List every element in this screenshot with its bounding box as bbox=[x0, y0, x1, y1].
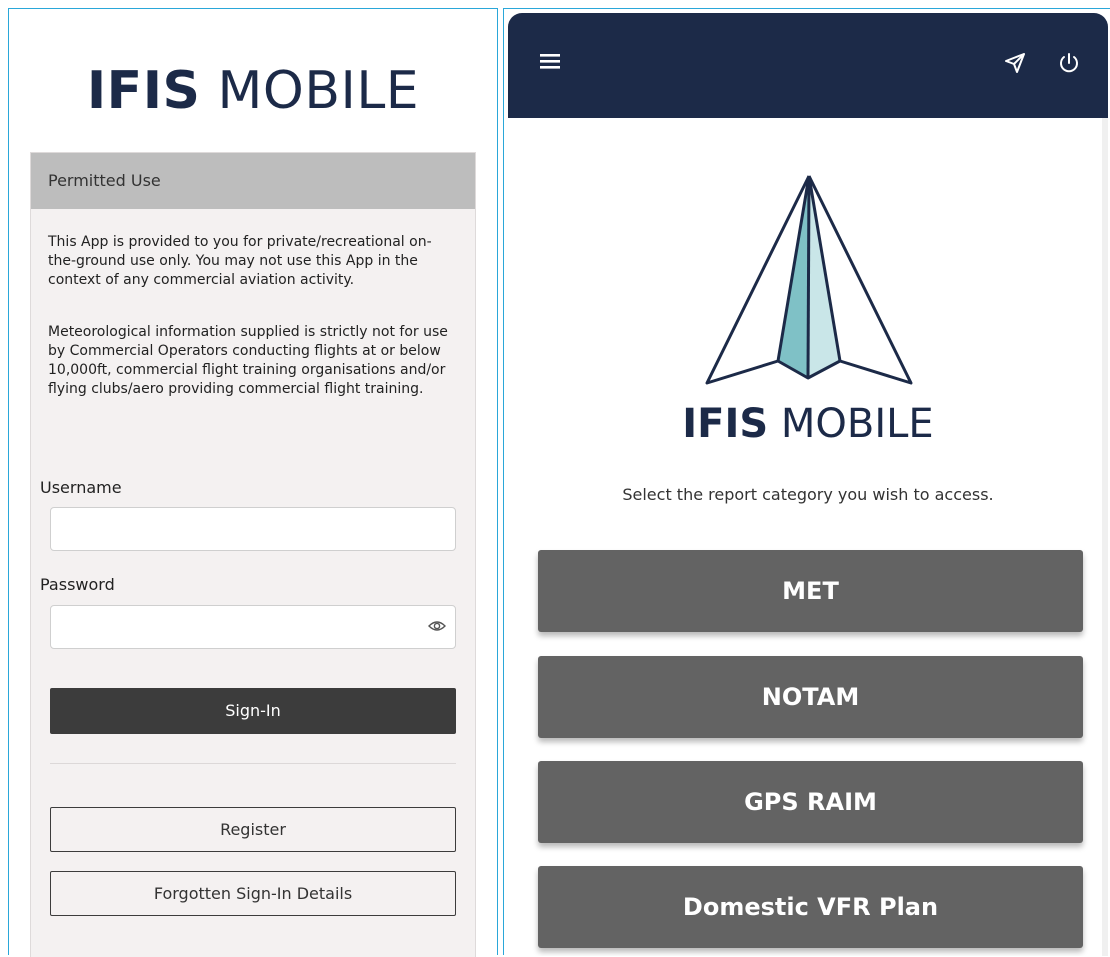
permitted-use-paragraph: This App is provided to you for private/… bbox=[48, 234, 432, 288]
power-icon[interactable] bbox=[1057, 51, 1081, 75]
top-bar bbox=[508, 13, 1108, 118]
card-header: Permitted Use bbox=[31, 153, 475, 209]
home-panel: IFIS MOBILE Select the report category y… bbox=[503, 8, 1110, 956]
app-logo-text: IFIS MOBILE bbox=[9, 61, 497, 121]
forgotten-details-button[interactable]: Forgotten Sign-In Details bbox=[50, 871, 456, 916]
password-label: Password bbox=[40, 575, 115, 594]
logo-bold: IFIS bbox=[86, 61, 201, 121]
signin-button[interactable]: Sign-In bbox=[50, 688, 456, 734]
permitted-use-card: Permitted Use This App is provided to yo… bbox=[30, 152, 476, 957]
category-prompt: Select the report category you wish to a… bbox=[622, 485, 994, 504]
username-label: Username bbox=[40, 478, 122, 497]
password-input[interactable] bbox=[50, 605, 456, 649]
send-icon[interactable] bbox=[1003, 51, 1027, 75]
title-light: MOBILE bbox=[768, 401, 934, 447]
met-disclaimer-paragraph: Meteorological information supplied is s… bbox=[48, 324, 448, 397]
logo-light: MOBILE bbox=[200, 61, 420, 121]
gps-raim-button[interactable]: GPS RAIM bbox=[538, 761, 1083, 843]
eye-icon[interactable] bbox=[428, 619, 446, 633]
divider bbox=[50, 763, 456, 764]
app-screen: IFIS MOBILE Select the report category y… bbox=[508, 13, 1108, 956]
notam-button[interactable]: NOTAM bbox=[538, 656, 1083, 738]
menu-icon[interactable] bbox=[540, 53, 560, 69]
register-button[interactable]: Register bbox=[50, 807, 456, 852]
title-bold: IFIS bbox=[682, 401, 769, 447]
signin-panel: IFIS MOBILE Permitted Use This App is pr… bbox=[8, 8, 498, 957]
met-button[interactable]: MET bbox=[538, 550, 1083, 632]
username-input[interactable] bbox=[50, 507, 456, 551]
scrollbar[interactable] bbox=[1102, 118, 1108, 956]
app-title: IFIS MOBILE bbox=[508, 401, 1108, 447]
paper-plane-logo-icon bbox=[705, 175, 913, 385]
domestic-vfr-plan-button[interactable]: Domestic VFR Plan bbox=[538, 866, 1083, 948]
